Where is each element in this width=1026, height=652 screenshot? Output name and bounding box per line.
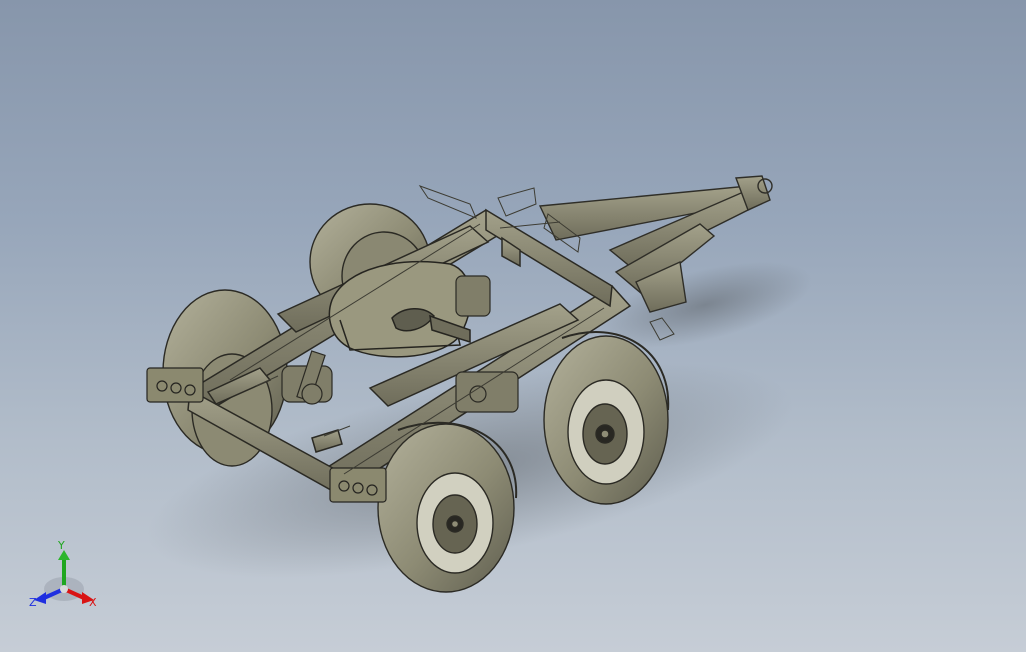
graphics-viewport[interactable]: Y Z X bbox=[0, 0, 1026, 652]
front-right-wheel[interactable] bbox=[543, 331, 670, 505]
triad-z-label: Z bbox=[29, 596, 37, 609]
coordinate-triad: Y Z X bbox=[24, 540, 108, 616]
triad-y-label: Y bbox=[58, 539, 65, 552]
triad-x-label: X bbox=[89, 596, 97, 609]
trailer-dolly-model[interactable] bbox=[0, 0, 1026, 652]
